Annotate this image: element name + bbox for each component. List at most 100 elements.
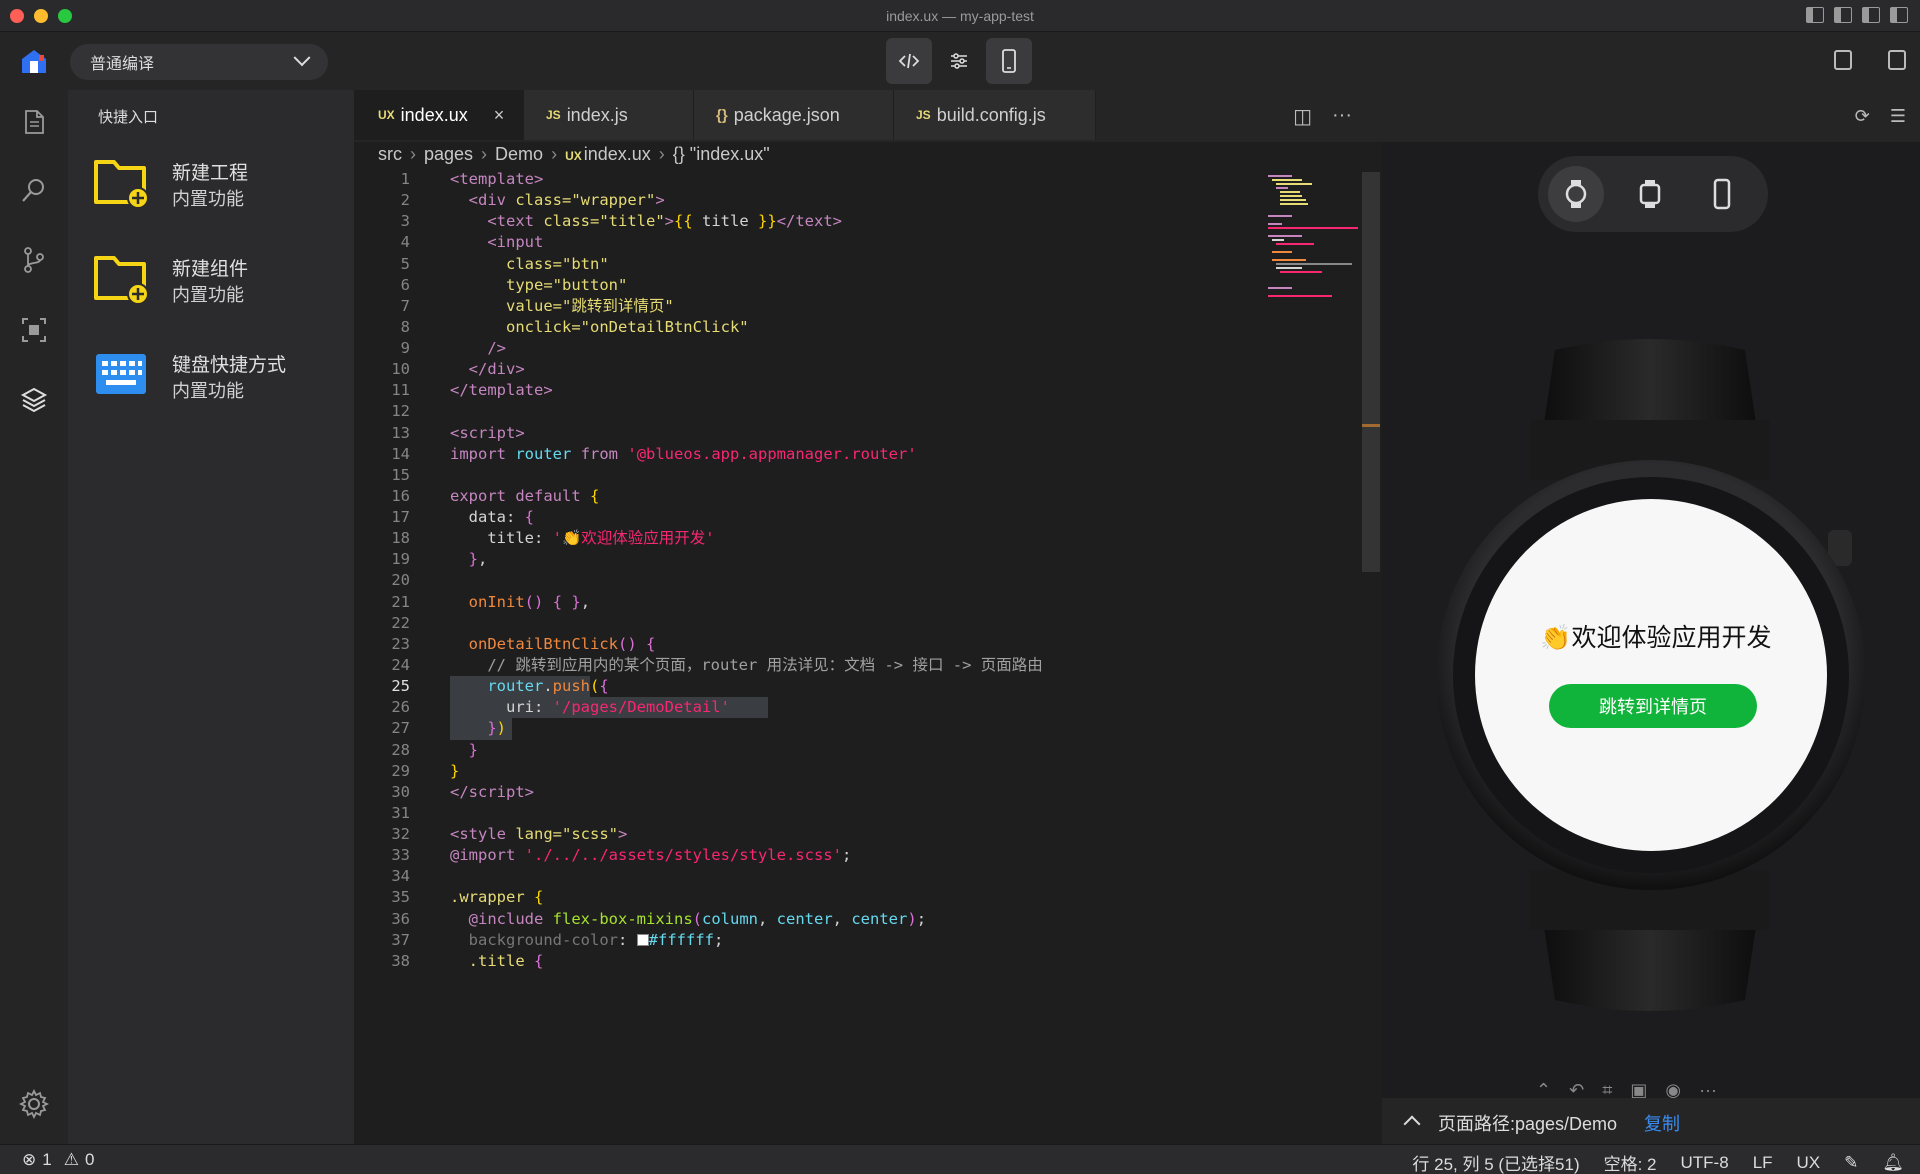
watch-detail-button[interactable]: 跳转到详情页 xyxy=(1549,684,1757,728)
layers-icon[interactable] xyxy=(20,386,48,414)
code-line: 29} xyxy=(354,761,1364,782)
split-editor-icon[interactable]: ◫ xyxy=(1293,104,1312,129)
code-line: 18 title: '👏欢迎体验应用开发' xyxy=(354,528,1364,549)
refresh-icon[interactable]: ⟳ xyxy=(1855,106,1870,127)
encoding[interactable]: UTF-8 xyxy=(1681,1153,1729,1173)
quick-item-new-project[interactable]: 新建工程 内置功能 xyxy=(92,154,342,224)
code-line: 9 /> xyxy=(354,338,1364,359)
chevron-right-icon: › xyxy=(551,144,558,164)
cursor-position[interactable]: 行 25, 列 5 (已选择51) xyxy=(1412,1150,1579,1174)
line-number: 14 xyxy=(391,444,410,463)
editor-scrollbar[interactable] xyxy=(1362,172,1380,572)
code-line: 36 @include flex-box-mixins(column, cent… xyxy=(354,909,1364,930)
error-icon: ⊗ xyxy=(22,1150,37,1169)
device-lock-icon[interactable] xyxy=(1834,50,1852,70)
code-line: 27 }) xyxy=(354,718,1364,739)
code-text: type="button" xyxy=(506,275,628,294)
quick-item-label: 新建组件 xyxy=(172,259,249,280)
quick-entry-panel: 快捷入口 新建工程 内置功能 新建组件 内置功能 键盘快捷方式 内置功能 xyxy=(68,90,354,1144)
export-icon[interactable] xyxy=(1888,50,1906,70)
breadcrumb-item[interactable]: src xyxy=(378,144,402,165)
code-line: 19 }, xyxy=(354,549,1364,570)
line-number: 4 xyxy=(400,233,410,252)
preview-capture-icon[interactable] xyxy=(20,316,48,344)
feedback-icon[interactable]: ✎ xyxy=(1844,1153,1858,1173)
quick-item-keyboard-shortcuts[interactable]: 键盘快捷方式 内置功能 xyxy=(92,346,342,416)
settings-gear-icon[interactable] xyxy=(18,1088,50,1120)
code-line: 5 class="btn" xyxy=(354,254,1364,275)
line-number: 7 xyxy=(400,296,410,315)
code-text: background-color: #ffffff; xyxy=(468,930,724,949)
line-ending[interactable]: LF xyxy=(1753,1153,1773,1173)
code-text: value="跳转到详情页" xyxy=(506,296,674,315)
quick-item-new-component[interactable]: 新建组件 内置功能 xyxy=(92,250,342,320)
line-number: 5 xyxy=(400,254,410,273)
toggle-panel-icon[interactable] xyxy=(1834,7,1852,23)
source-control-icon[interactable] xyxy=(20,246,48,274)
line-number: 23 xyxy=(391,634,410,653)
square-watch-icon xyxy=(1639,180,1661,208)
error-count: 1 xyxy=(42,1150,52,1169)
app-logo-icon[interactable] xyxy=(20,47,48,75)
chevron-up-icon[interactable] xyxy=(1403,1115,1421,1133)
tab-package-json[interactable]: {} package.json xyxy=(694,90,894,140)
panel-menu-icon[interactable]: ☰ xyxy=(1890,106,1906,127)
band-device-button[interactable] xyxy=(1694,166,1750,222)
round-watch-button[interactable] xyxy=(1548,166,1604,222)
line-number: 15 xyxy=(391,465,410,484)
line-number: 21 xyxy=(391,592,410,611)
quick-item-sub: 内置功能 xyxy=(172,381,244,401)
breadcrumb-item[interactable]: {} "index.ux" xyxy=(673,144,770,165)
line-number: 25 xyxy=(391,677,410,696)
toggle-secondary-sidebar-icon[interactable] xyxy=(1862,7,1880,23)
customize-layout-icon[interactable] xyxy=(1890,7,1908,23)
quick-item-sub: 内置功能 xyxy=(172,189,244,209)
language-mode[interactable]: UX xyxy=(1797,1153,1821,1173)
tab-index-js[interactable]: JS index.js xyxy=(524,90,694,140)
code-text: <template> xyxy=(450,172,544,188)
tab-build-config-js[interactable]: JS build.config.js xyxy=(894,90,1096,140)
indentation[interactable]: 空格: 2 xyxy=(1604,1150,1657,1174)
code-text: } xyxy=(468,740,479,759)
code-editor[interactable]: 1 <template> 2 <div class="wrapper"> 3 <tex… xyxy=(354,172,1382,1144)
more-actions-icon[interactable]: ··· xyxy=(1332,104,1352,129)
line-number: 18 xyxy=(391,529,410,548)
line-number: 17 xyxy=(391,508,410,527)
code-line: 10 </div> xyxy=(354,359,1364,380)
line-number: 22 xyxy=(391,613,410,632)
close-tab-icon[interactable]: × xyxy=(494,105,505,126)
code-text: <input xyxy=(487,233,544,252)
code-line: 16 export default { xyxy=(354,486,1364,507)
device-view-button[interactable] xyxy=(986,38,1032,84)
compile-mode-select[interactable]: 普通编译 xyxy=(70,44,328,80)
notifications-bell-icon[interactable]: 🔔︎ xyxy=(1882,1153,1904,1173)
search-icon[interactable] xyxy=(20,176,48,204)
square-watch-button[interactable] xyxy=(1622,166,1678,222)
problems-indicator[interactable]: ⊗ 1 ⚠ 0 xyxy=(22,1150,94,1170)
minimap[interactable] xyxy=(1262,172,1366,302)
tab-index-ux[interactable]: UX index.ux × xyxy=(354,90,524,140)
warning-count: 0 xyxy=(84,1150,95,1169)
title-bar: index.ux — my-app-test xyxy=(0,0,1920,32)
keyboard-icon xyxy=(96,354,146,394)
code-line: 26 uri: '/pages/DemoDetail' xyxy=(354,697,1364,718)
line-number: 13 xyxy=(391,423,410,442)
toggle-sidebar-icon[interactable] xyxy=(1806,7,1824,23)
code-line: 30 </script> xyxy=(354,782,1364,803)
breadcrumb-item[interactable]: UX index.ux xyxy=(565,144,651,165)
code-view-button[interactable] xyxy=(886,38,932,84)
explorer-files-icon[interactable] xyxy=(20,108,48,136)
settings-view-button[interactable] xyxy=(936,38,982,84)
status-bar: ⊗ 1 ⚠ 0 行 25, 列 5 (已选择51) 空格: 2 UTF-8 LF… xyxy=(0,1144,1920,1174)
code-text: <style lang="scss"> xyxy=(450,825,628,844)
line-number: 19 xyxy=(391,550,410,569)
panel-title: 快捷入口 xyxy=(98,109,159,126)
line-number: 9 xyxy=(400,339,410,358)
breadcrumb-item[interactable]: pages xyxy=(424,144,473,165)
new-component-folder-icon xyxy=(94,256,149,305)
copy-path-link[interactable]: 复制 xyxy=(1644,1110,1680,1136)
code-line: 23 onDetailBtnClick() { xyxy=(354,634,1364,655)
code-line: 14 import router from '@blueos.app.appman… xyxy=(354,444,1364,465)
breadcrumb-item[interactable]: Demo xyxy=(495,144,543,165)
warning-icon: ⚠ xyxy=(63,1150,79,1169)
